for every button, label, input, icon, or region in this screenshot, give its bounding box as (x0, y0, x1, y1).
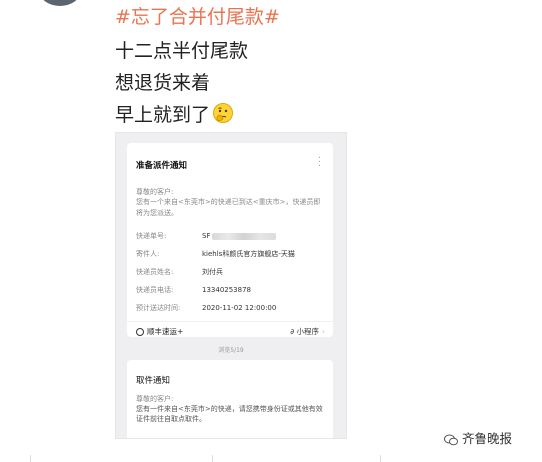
row-label: 快递单号: (136, 232, 167, 240)
more-menu-icon[interactable]: · · · (318, 154, 321, 172)
watermark-text: 齐鲁晚报 (462, 431, 513, 446)
row-label: 寄件人: (136, 250, 160, 258)
hashtag-link[interactable]: #忘了合并付尾款# (115, 2, 280, 29)
row-value: 刘付兵 (202, 268, 223, 276)
eta-row: 预计送达时间: 2020-11-02 12:00:00 (136, 303, 276, 313)
row-value: SF (202, 232, 211, 240)
chevron-right-icon: › (322, 327, 325, 336)
card-title: 取件通知 (136, 376, 171, 386)
mini-program-label: 小程序 (296, 327, 320, 336)
pickup-notice-card: 取件通知 尊敬的客户: 您有一件来自<东莞市>的快递，请您携带身份证或其他有效证… (127, 360, 333, 438)
row-value: kiehls科颜氏官方旗舰店-天猫 (202, 250, 295, 258)
card-greeting: 尊敬的客户: (136, 395, 174, 403)
row-label: 预计送达时间: (136, 304, 181, 312)
divider (380, 455, 381, 462)
watermark: 齐鲁晚报 (444, 428, 512, 447)
mini-program-link[interactable]: ∂ 小程序 › (290, 326, 325, 337)
browsed-counter: 浏览5/19 (218, 347, 244, 354)
courier-name-row: 快递员姓名: 刘付兵 (136, 267, 223, 277)
tracking-number-row: 快递单号: SF (136, 231, 277, 241)
row-value: 13340253878 (202, 286, 251, 294)
sender-row: 寄件人: kiehls科颜氏官方旗舰店-天猫 (136, 249, 295, 259)
post-text-line-3-text: 早上就到了 (115, 104, 211, 126)
row-value: 2020-11-02 12:00:00 (202, 304, 277, 312)
delivery-notice-card: 准备派件通知 · · · 尊敬的客户: 您有一个来自<东莞市>的快递已到达<重庆市>… (127, 143, 333, 337)
service-link[interactable]: 顺丰速运+ (136, 326, 183, 337)
service-name: 顺丰速运+ (147, 327, 184, 336)
divider (30, 455, 31, 462)
redacted-blur (212, 232, 277, 240)
card-title: 准备派件通知 (136, 161, 188, 171)
post-text-line-3: 早上就到了 (115, 100, 234, 129)
row-label: 快递员电话: (136, 286, 174, 294)
thinking-face-emoji-icon (212, 102, 234, 129)
courier-phone-row: 快递员电话: 13340253878 (136, 285, 251, 295)
divider (212, 455, 213, 462)
card-message: 您有一个来自<东莞市>的快递已到达<重庆市>，快递员即将为您派送。 (136, 198, 321, 217)
card-greeting: 尊敬的客户: (136, 188, 174, 196)
wechat-icon (444, 434, 458, 446)
embedded-screenshot[interactable]: 准备派件通知 · · · 尊敬的客户: 您有一个来自<东莞市>的快递已到达<重庆市>… (115, 132, 347, 439)
post-text-line-1: 十二点半付尾款 (115, 40, 249, 62)
row-label: 快递员姓名: (136, 268, 174, 276)
card-message: 您有一件来自<东莞市>的快递，请您携带身份证或其他有效证件前往自取点取件。 (136, 405, 323, 423)
sf-express-logo-icon (136, 328, 144, 336)
post-text-line-2: 想退货来着 (115, 72, 211, 94)
divider (127, 321, 333, 322)
avatar[interactable] (40, 0, 80, 6)
